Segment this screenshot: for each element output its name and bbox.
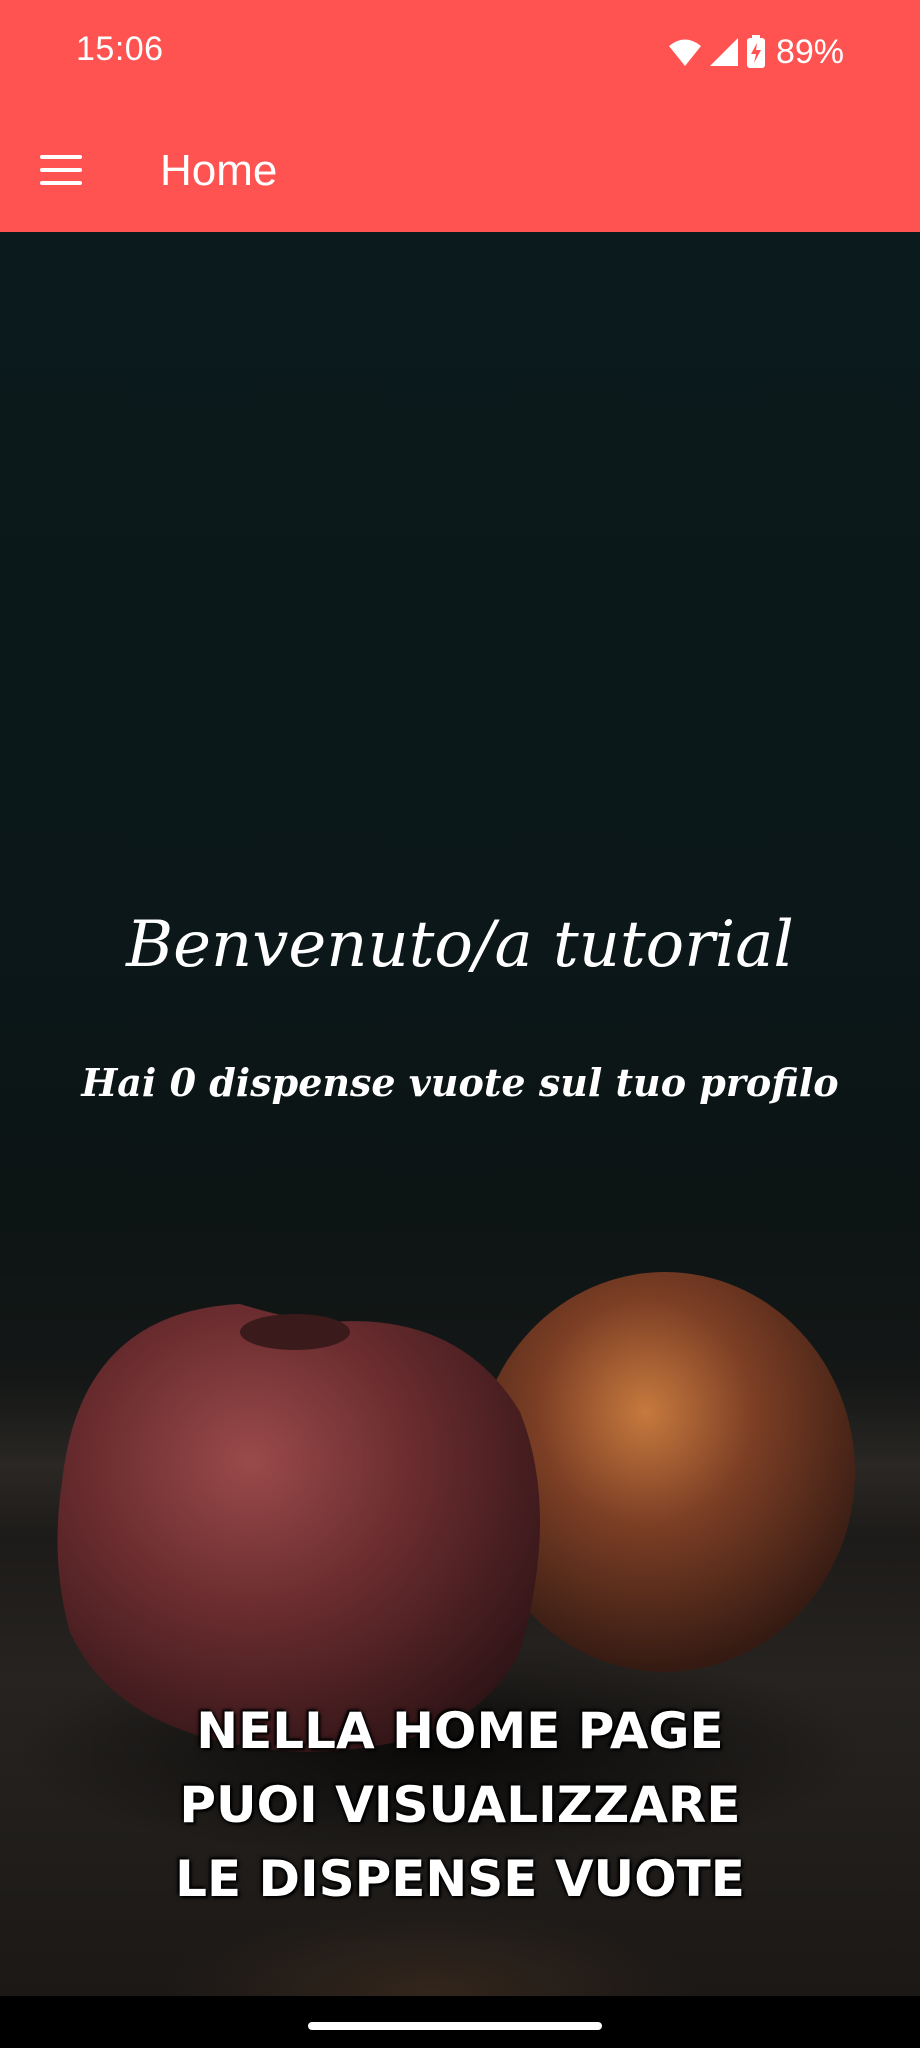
gesture-handle[interactable]	[308, 2022, 602, 2030]
wifi-icon	[668, 39, 701, 66]
caption-line: NELLA HOME PAGE	[196, 1702, 724, 1760]
hamburger-menu-icon[interactable]	[28, 138, 96, 202]
empty-pantries-count-text: Hai 0 dispense vuote sul tuo profilo	[81, 1060, 839, 1105]
tutorial-caption: NELLA HOME PAGE PUOI VISUALIZZARE LE DIS…	[0, 1694, 920, 1916]
signal-icon	[709, 38, 738, 66]
navigation-bar	[0, 1996, 920, 2048]
home-hero: Benvenuto/a tutorial Hai 0 dispense vuot…	[0, 232, 920, 1996]
status-bar: 15:06 89%	[0, 0, 920, 108]
caption-line: PUOI VISUALIZZARE	[179, 1776, 741, 1834]
battery-charging-icon	[746, 35, 765, 68]
page-title: Home	[160, 146, 278, 195]
app-bar: Home	[0, 108, 920, 232]
caption-line: LE DISPENSE VUOTE	[175, 1850, 745, 1908]
status-icons: 89%	[668, 32, 844, 72]
welcome-text: Benvenuto/a tutorial	[126, 908, 794, 982]
status-time: 15:06	[76, 30, 164, 68]
battery-percentage: 89%	[775, 32, 844, 71]
